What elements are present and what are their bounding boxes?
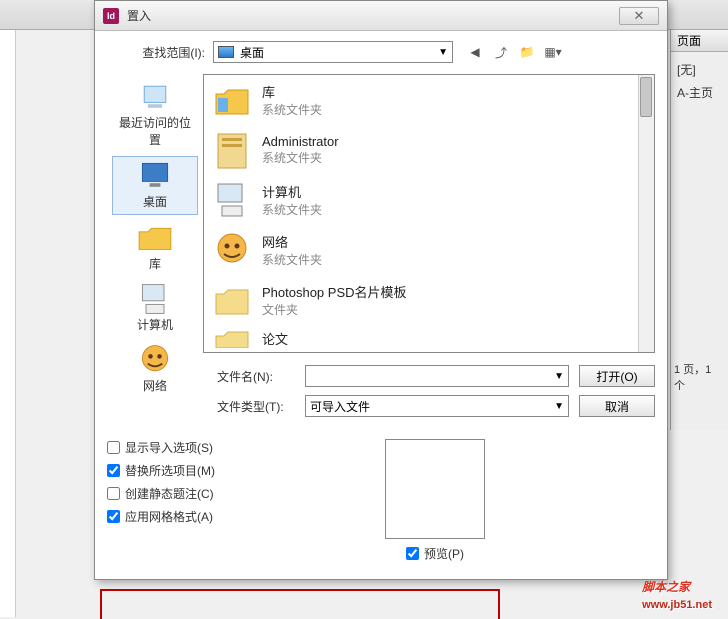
sidebar-item-desktop[interactable]: 桌面 — [112, 156, 198, 215]
create-static-caption-checkbox[interactable]: 创建静态题注(C) — [107, 485, 215, 502]
chevron-down-icon: ▼ — [554, 371, 564, 382]
dialog-title: 置入 — [127, 7, 619, 24]
preview-checkbox[interactable]: 预览(P) — [406, 545, 464, 562]
sidebar-item-computer[interactable]: 计算机 — [112, 280, 198, 337]
lookup-label: 查找范围(I): — [117, 44, 205, 61]
list-item[interactable]: Photoshop PSD名片模板文件夹 — [204, 275, 654, 325]
filename-input[interactable]: ▼ — [305, 365, 569, 387]
desktop-icon — [218, 46, 234, 58]
filetype-combo[interactable]: 可导入文件▼ — [305, 395, 569, 417]
computer-icon — [212, 180, 252, 220]
pages-status: 1 页，1 个 — [670, 357, 728, 397]
network-icon — [212, 230, 252, 270]
cancel-button[interactable]: 取消 — [579, 395, 655, 417]
apply-grid-format-checkbox[interactable]: 应用网格格式(A) — [107, 508, 215, 525]
titlebar: Id 置入 ✕ — [95, 1, 667, 31]
master-none[interactable]: [无] — [677, 58, 722, 81]
filename-label: 文件名(N): — [217, 368, 295, 385]
filetype-label: 文件类型(T): — [217, 398, 295, 415]
master-a[interactable]: A-主页 — [677, 81, 722, 104]
list-item[interactable]: 计算机系统文件夹 — [204, 175, 654, 225]
preview-box — [385, 439, 485, 539]
up-icon[interactable]: ⤴ — [491, 42, 511, 62]
folder-icon — [212, 280, 252, 320]
scrollbar[interactable] — [638, 75, 654, 352]
user-folder-icon — [212, 130, 252, 170]
replace-selected-checkbox[interactable]: 替换所选项目(M) — [107, 462, 215, 479]
chevron-down-icon: ▼ — [438, 47, 448, 58]
view-menu-icon[interactable]: ▦▾ — [543, 42, 563, 62]
place-dialog: Id 置入 ✕ 查找范围(I): 桌面 ▼ ◀ ⤴ 📁 ▦▾ 最近访问的位置 — [94, 0, 668, 580]
libraries-icon — [212, 80, 252, 120]
list-item[interactable]: Administrator系统文件夹 — [204, 125, 654, 175]
show-import-options-checkbox[interactable]: 显示导入选项(S) — [107, 439, 215, 456]
panel-tab-pages[interactable]: 页面 — [671, 30, 728, 52]
places-sidebar: 最近访问的位置 桌面 库 计算机 网络 — [107, 74, 203, 353]
chevron-down-icon: ▼ — [554, 401, 564, 412]
list-item[interactable]: 网络系统文件夹 — [204, 225, 654, 275]
back-icon[interactable]: ◀ — [465, 42, 485, 62]
sidebar-item-libraries[interactable]: 库 — [112, 219, 198, 276]
document-edge — [100, 589, 500, 617]
new-folder-icon[interactable]: 📁 — [517, 42, 537, 62]
folder-icon — [212, 328, 252, 348]
close-button[interactable]: ✕ — [619, 7, 659, 25]
open-button[interactable]: 打开(O) — [579, 365, 655, 387]
sidebar-item-recent[interactable]: 最近访问的位置 — [112, 78, 198, 152]
watermark: 脚本之家 www.jb51.net — [642, 567, 712, 611]
lookup-combo[interactable]: 桌面 ▼ — [213, 41, 453, 63]
list-item[interactable]: 库系统文件夹 — [204, 75, 654, 125]
app-icon: Id — [103, 8, 119, 24]
file-list[interactable]: 库系统文件夹 Administrator系统文件夹 计算机系统文件夹 网络系统文… — [203, 74, 655, 353]
list-item[interactable]: 论文 — [204, 325, 654, 351]
